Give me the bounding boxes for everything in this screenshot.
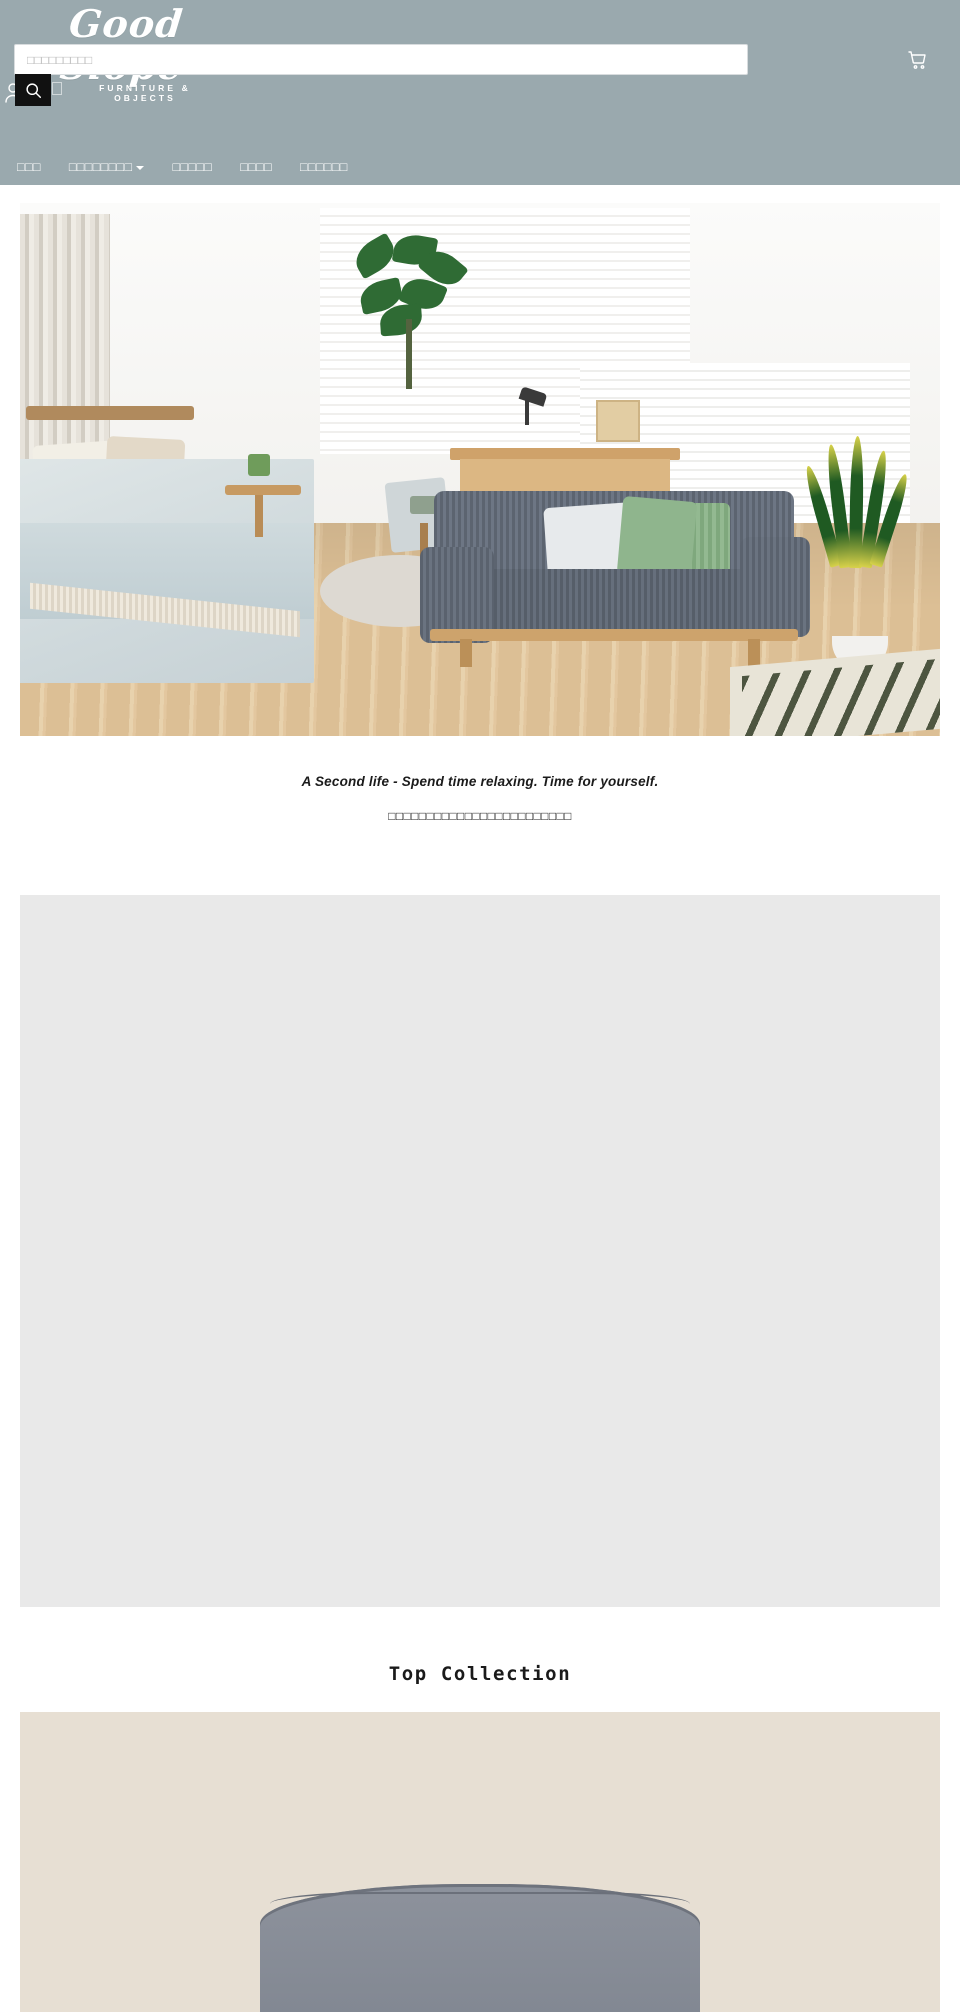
tagline-section: A Second life - Spend time relaxing. Tim… bbox=[0, 774, 960, 851]
page-root: Good Slope FURNITURE & OBJECTS bbox=[0, 0, 960, 2012]
hamburger-menu-icon[interactable] bbox=[52, 82, 62, 95]
search-submit-button[interactable] bbox=[15, 74, 51, 106]
nav-item-1-label: □□□ bbox=[17, 160, 41, 174]
tagline-japanese: □□□□□□□□□□□□□□□□□□□□□□□□ bbox=[388, 809, 572, 823]
search-icon bbox=[25, 82, 42, 99]
nav-item-5-label: □□□□□□ bbox=[300, 160, 348, 174]
media-placeholder-block[interactable] bbox=[20, 895, 940, 1607]
top-collection-banner[interactable] bbox=[20, 1712, 940, 2012]
nav-item-4[interactable]: □□□□ bbox=[240, 160, 272, 174]
hero-snake-plant bbox=[801, 435, 912, 568]
nav-item-2[interactable]: □□□□□□□□ bbox=[69, 160, 145, 174]
shopping-cart-icon bbox=[906, 48, 934, 72]
hero-scene-illustration bbox=[20, 203, 940, 736]
nav-item-3[interactable]: □□□□□ bbox=[172, 160, 212, 174]
chevron-down-icon bbox=[136, 166, 145, 170]
top-collection-title: Top Collection bbox=[388, 1663, 572, 1685]
hero-plant-tall bbox=[349, 231, 470, 389]
search-input[interactable] bbox=[14, 44, 748, 75]
nav-item-2-label: □□□□□□□□ bbox=[68, 160, 133, 174]
site-header: Good Slope FURNITURE & OBJECTS bbox=[0, 0, 960, 185]
cart-button[interactable] bbox=[906, 46, 934, 74]
tagline-english: A Second life - Spend time relaxing. Tim… bbox=[301, 774, 659, 789]
search-row bbox=[14, 44, 946, 76]
hero-image[interactable] bbox=[20, 203, 940, 736]
nav-item-3-label: □□□□□ bbox=[172, 160, 213, 174]
nav-item-1[interactable]: □□□ bbox=[17, 160, 41, 174]
main-navigation: □□□ □□□□□□□□ □□□□□ □□□□ □□□□□□ bbox=[0, 152, 960, 182]
nav-item-5[interactable]: □□□□□□ bbox=[300, 160, 348, 174]
nav-item-4-label: □□□□ bbox=[240, 160, 273, 174]
collection-sofa-cushion bbox=[260, 1884, 700, 2012]
